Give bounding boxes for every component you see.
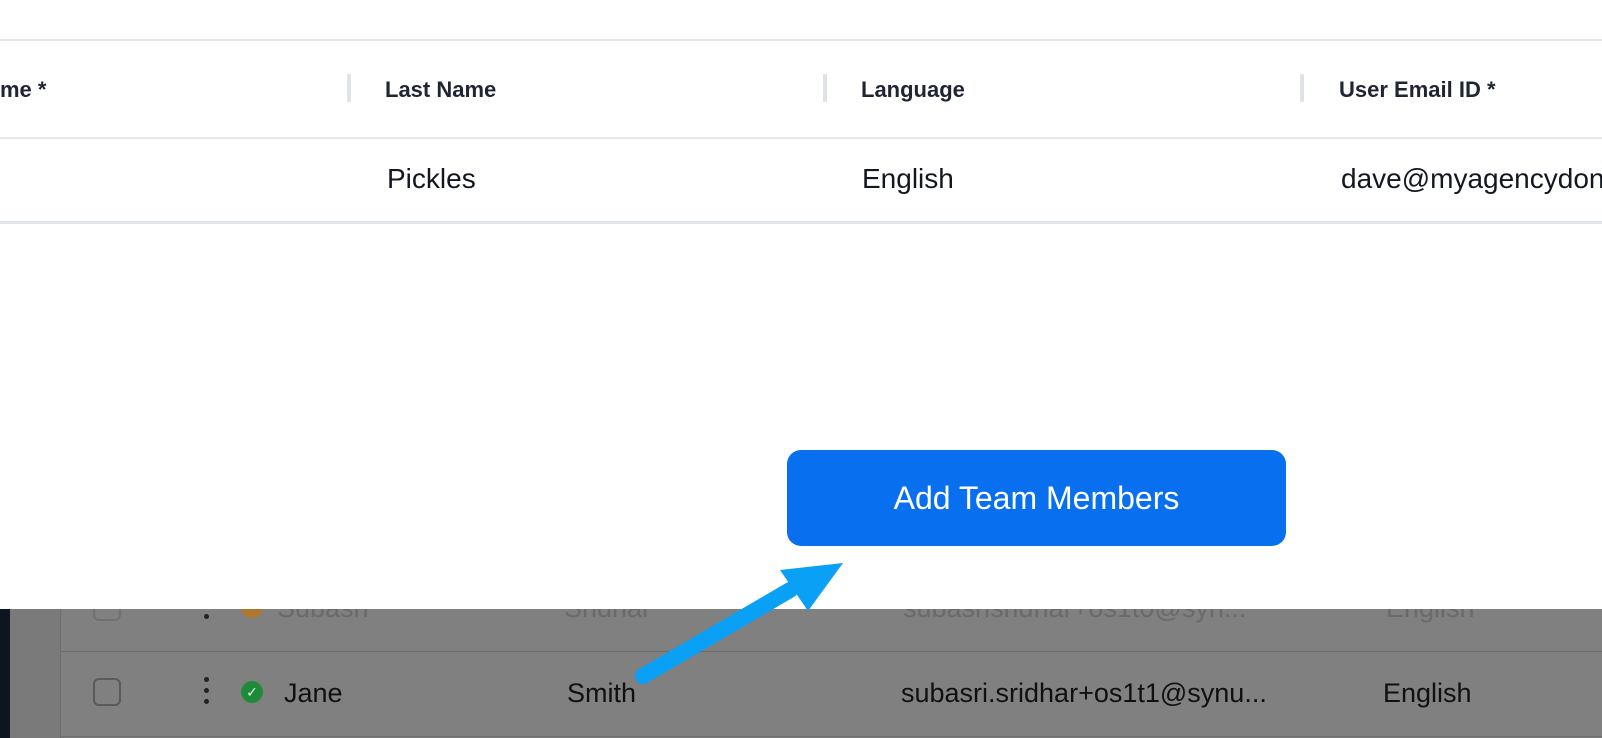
table-row[interactable]: Subash Sridhar subashsridhar+os1t0@syn..…: [61, 609, 1602, 652]
column-header-language[interactable]: Language: [861, 77, 965, 103]
language-cell: English: [1386, 609, 1475, 624]
first-name-cell: Jane: [284, 678, 343, 708]
last-name-cell: Smith: [567, 678, 637, 708]
column-resize-handle[interactable]: [347, 74, 351, 102]
team-members-table: Subash Sridhar subashsridhar+os1t0@syn..…: [60, 609, 1602, 738]
column-header-email[interactable]: User Email ID *: [1339, 77, 1496, 103]
column-resize-handle[interactable]: [1300, 74, 1304, 102]
column-header-last-name[interactable]: Last Name: [385, 77, 496, 103]
background-sidebar-edge: [0, 609, 10, 738]
row-checkbox[interactable]: [93, 678, 121, 706]
status-pending-icon: [241, 609, 263, 618]
row-actions-menu-icon[interactable]: [203, 677, 209, 707]
language-cell: English: [1383, 678, 1472, 708]
status-active-check-icon: ✓: [241, 681, 263, 703]
column-resize-handle[interactable]: [823, 74, 827, 102]
table-row[interactable]: ✓ Jane Smith subasri.sridhar+os1t1@synu.…: [61, 652, 1602, 737]
row-actions-menu-icon[interactable]: [203, 609, 209, 622]
table-header-row: me * Last Name Language User Email ID *: [0, 41, 1602, 139]
email-cell: subashsridhar+os1t0@syn...: [903, 609, 1246, 624]
column-header-first-name[interactable]: me *: [0, 77, 46, 103]
table-row[interactable]: Pickles English dave@myagencydon: [0, 139, 1602, 224]
last-name-cell: Sridhar: [564, 609, 651, 624]
row-checkbox[interactable]: [93, 609, 121, 621]
background-gutter: [10, 609, 60, 738]
email-cell: subasri.sridhar+os1t1@synu...: [901, 678, 1267, 708]
language-cell[interactable]: English: [862, 163, 954, 195]
add-team-members-button[interactable]: Add Team Members: [787, 450, 1286, 546]
background-page: Subash Sridhar subashsridhar+os1t0@syn..…: [0, 609, 1602, 738]
add-team-members-modal: me * Last Name Language User Email ID * …: [0, 0, 1602, 609]
email-cell[interactable]: dave@myagencydon: [1341, 163, 1602, 195]
last-name-cell[interactable]: Pickles: [387, 163, 476, 195]
first-name-cell: Subash: [277, 609, 369, 624]
